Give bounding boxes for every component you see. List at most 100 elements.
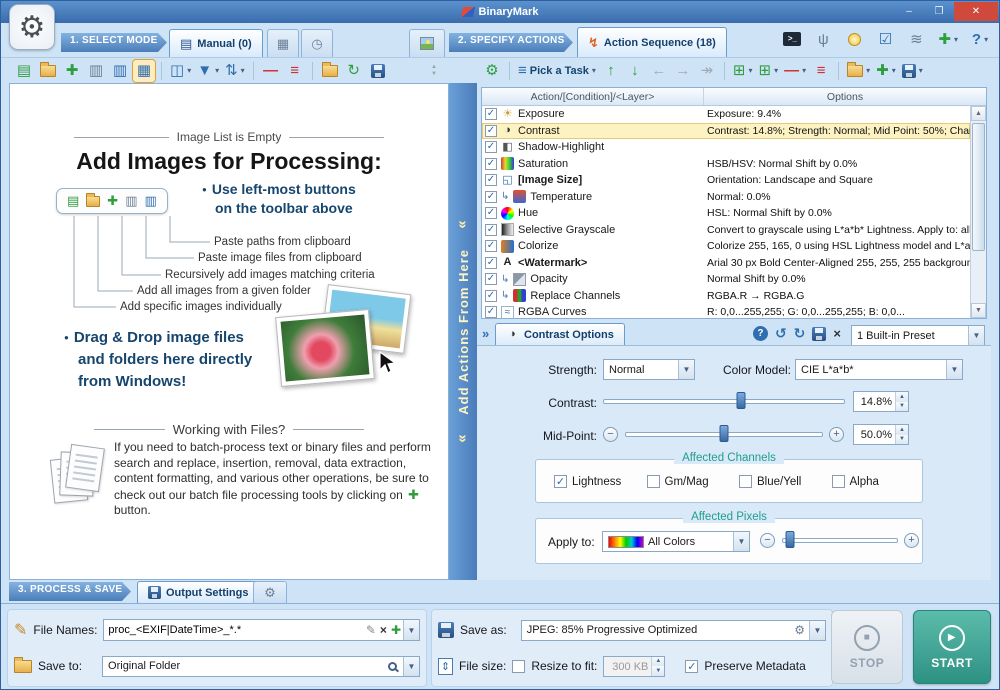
pick-task-button[interactable]: ≡ Pick a Task ▾ [516,60,598,82]
tab-slideshow[interactable]: ▦ [267,29,299,57]
close-button[interactable]: ✕ [954,2,998,21]
checkbox[interactable]: ✓ [554,475,567,488]
row-checkbox[interactable]: ✓ [485,125,497,137]
row-checkbox[interactable]: ✓ [485,273,497,285]
save-as-dropdown[interactable]: JPEG: 85% Progressive Optimized ⚙ ▼ [521,620,826,641]
checkbox[interactable] [647,475,660,488]
refresh-icon[interactable]: ↻ [343,60,365,82]
toolbar-overflow-scroll[interactable]: ▲▼ [431,64,437,77]
table-row[interactable]: ✓ Shadow-Highlight [482,139,970,156]
help-icon[interactable]: ? [753,326,768,341]
row-checkbox[interactable]: ✓ [485,108,497,120]
row-checkbox[interactable]: ✓ [485,257,497,269]
image-list-panel[interactable]: Image List is Empty Add Images for Proce… [9,83,449,580]
add-folder-images-icon[interactable] [37,60,59,82]
thumbnail-view-icon[interactable]: ▦ [133,60,155,82]
color-model-dropdown[interactable]: CIE L*a*b* ▼ [795,359,963,380]
midpoint-decrease-button[interactable]: − [603,427,618,442]
checkbox[interactable] [739,475,752,488]
console-icon[interactable] [781,29,803,49]
row-checkbox[interactable]: ✓ [485,306,497,318]
table-row[interactable]: ✓ Contrast Contrast: 14.8%; Strength: No… [482,123,970,140]
help-icon[interactable]: ? ▾ [969,29,991,49]
table-row[interactable]: ✓ Saturation HSB/HSV: Normal Shift by 0.… [482,156,970,173]
tab-contrast-options[interactable]: Contrast Options [495,323,625,345]
view-options-icon[interactable]: ◫ ▾ [168,60,193,82]
clear-pattern-icon[interactable]: × [378,623,389,637]
row-checkbox[interactable]: ✓ [485,141,497,153]
new-preset-icon[interactable]: ✚ ▾ [874,60,898,82]
resize-to-fit-checkbox[interactable] [512,660,525,673]
dropdown-arrow-icon[interactable]: ▼ [403,620,419,640]
scrollbar-thumb[interactable] [972,123,985,251]
spin-down-icon[interactable]: ▼ [652,666,664,676]
nav-back-icon[interactable]: ← [648,60,670,82]
connectivity-icon[interactable]: ≋ [905,29,927,49]
new-tool-icon[interactable]: ✚ ▾ [936,29,960,49]
table-row[interactable]: ✓ <Watermark> Arial 30 px Bold Center-Al… [482,255,970,272]
table-scrollbar[interactable]: ▲ ▼ [970,106,986,318]
column-options-header[interactable]: Options [704,88,986,105]
size-limit-spinner[interactable]: 300 KB ▲▼ [603,656,665,677]
add-action-icon[interactable]: ⚙ [481,60,503,82]
tab-manual[interactable]: ▤ Manual (0) [169,29,263,57]
add-layer-icon[interactable]: ⊞ ▾ [757,60,781,82]
channel-checkbox-item[interactable]: Alpha [832,475,915,488]
format-settings-gear-icon[interactable]: ⚙ [794,622,805,639]
move-down-icon[interactable]: ↓ [624,60,646,82]
tab-watch[interactable]: ◷ [301,29,333,57]
clear-actions-icon[interactable]: ≡ [810,60,832,82]
row-checkbox[interactable]: ✓ [485,224,497,236]
column-action-header[interactable]: Action/[Condition]/<Layer> [482,88,704,105]
file-names-field[interactable] [104,624,363,636]
edit-pattern-icon[interactable]: ✎ [364,623,378,637]
spin-up-icon[interactable]: ▲ [652,657,664,667]
search-icon[interactable] [388,662,397,671]
channel-checkbox-item[interactable]: Gm/Mag [647,475,730,488]
table-row[interactable]: ✓ ↳ Replace Channels RGBA.R → RGBA.G [482,288,970,305]
table-row[interactable]: ✓ Colorize Colorize 255, 165, 0 using HS… [482,238,970,255]
close-panel-icon[interactable]: × [833,326,841,341]
tips-icon[interactable] [843,29,865,49]
add-pattern-icon[interactable]: ✚ [389,623,403,637]
clear-list-icon[interactable]: ≡ [284,60,306,82]
open-preset-folder-icon[interactable]: ▾ [845,60,872,82]
file-names-input[interactable]: ✎ × ✚ ▼ [103,619,420,641]
remove-action-icon[interactable]: — ▾ [782,60,808,82]
checklist-icon[interactable]: ☑ [874,29,896,49]
save-to-dropdown[interactable]: Original Folder ▼ [102,656,420,677]
row-checkbox[interactable]: ✓ [485,290,497,302]
scroll-up-icon[interactable]: ▲ [971,106,986,121]
titlebar[interactable]: BinaryMark – ❐ ✕ [1,1,999,23]
tolerance-decrease-button[interactable]: − [760,533,775,548]
minimize-button[interactable]: – [894,2,924,21]
spin-up-icon[interactable]: ▲ [896,425,908,435]
tolerance-increase-button[interactable]: + [904,533,919,548]
add-actions-strip[interactable]: » Add Actions From Here » [449,83,477,580]
start-button[interactable]: ▶ START [913,610,991,684]
contrast-slider[interactable] [603,392,845,410]
slider-thumb[interactable] [786,531,795,548]
paste-files-icon[interactable]: ▥ [109,60,131,82]
scroll-down-icon[interactable]: ▼ [971,303,986,318]
sort-icon[interactable]: ⇅ ▾ [223,60,247,82]
stop-button[interactable]: ■ STOP [831,610,903,684]
tolerance-slider[interactable] [782,531,898,549]
table-row[interactable]: ✓ RGBA Curves R: 0,0...255,255; G: 0,0..… [482,304,970,318]
spin-down-icon[interactable]: ▼ [896,402,908,412]
midpoint-slider[interactable] [625,425,823,443]
strength-dropdown[interactable]: Normal ▼ [603,359,695,380]
row-checkbox[interactable]: ✓ [485,191,497,203]
table-row[interactable]: ✓ [Image Size] Orientation: Landscape an… [482,172,970,189]
save-preset-icon[interactable]: ▾ [900,60,925,82]
tab-action-sequence[interactable]: ↯ Action Sequence (18) [577,27,727,57]
contrast-value-spinner[interactable]: 14.8% ▲▼ [853,391,909,412]
row-checkbox[interactable]: ✓ [485,240,497,252]
remove-item-icon[interactable]: — [260,60,282,82]
save-list-icon[interactable] [367,60,389,82]
tab-advanced-settings[interactable]: ⚙ [253,581,287,603]
table-row[interactable]: ✓ Exposure Exposure: 9.4% [482,106,970,123]
add-recursive-icon[interactable]: ✚ [61,60,83,82]
slider-thumb[interactable] [720,425,729,442]
slider-track[interactable] [782,538,898,543]
